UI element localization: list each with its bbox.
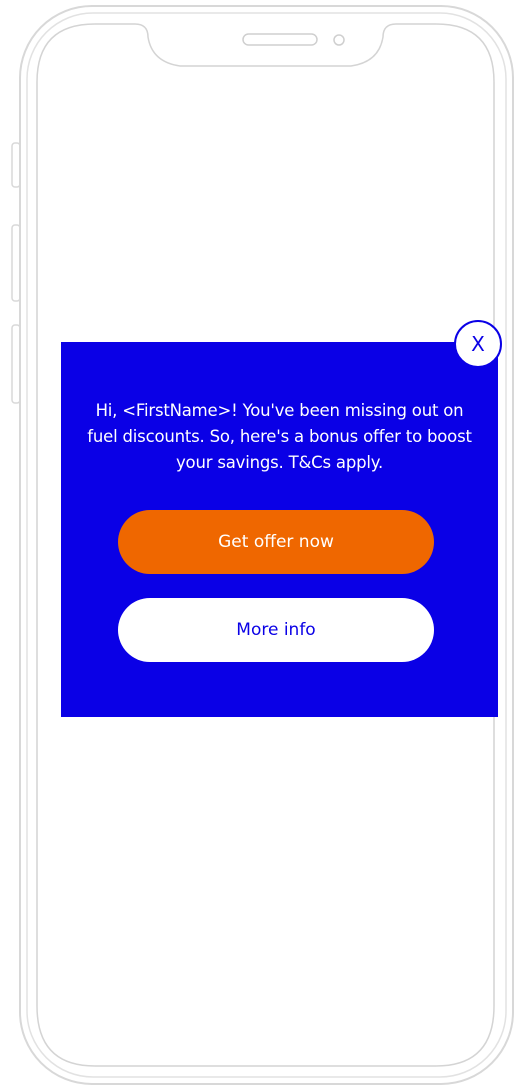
get-offer-button[interactable]: Get offer now	[118, 510, 434, 574]
close-icon: X	[471, 332, 485, 356]
close-button[interactable]: X	[454, 320, 502, 368]
offer-popup: Hi, <FirstName>! You've been missing out…	[61, 342, 498, 717]
popup-message: Hi, <FirstName>! You've been missing out…	[87, 401, 472, 472]
more-info-button[interactable]: More info	[118, 598, 434, 662]
